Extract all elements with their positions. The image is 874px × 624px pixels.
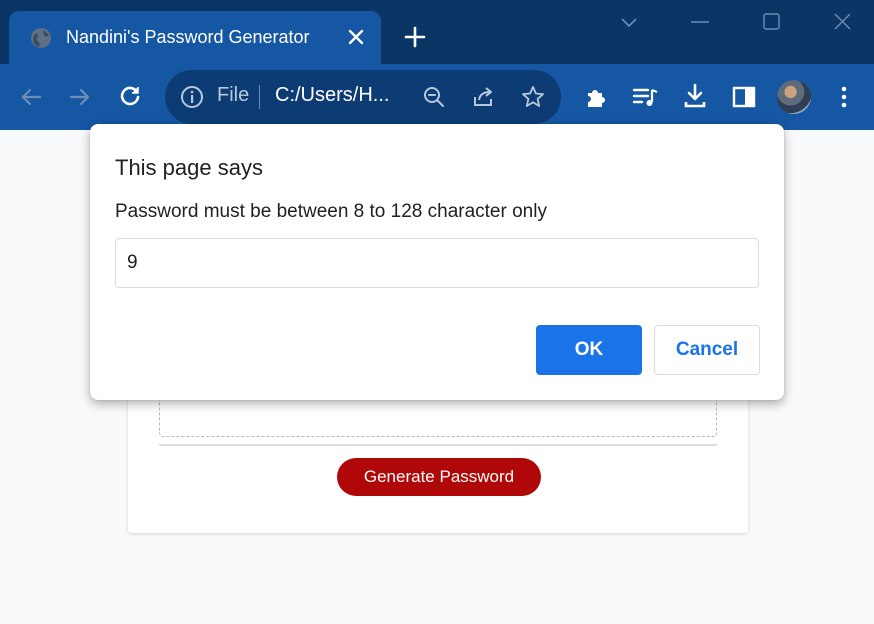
- cancel-button[interactable]: Cancel: [654, 325, 760, 375]
- tab-search-chevron-icon[interactable]: [616, 10, 642, 34]
- tab-title: Nandini's Password Generator: [66, 27, 310, 47]
- browser-toolbar: File C:/Users/H...: [0, 64, 874, 130]
- minimize-icon[interactable]: [687, 10, 713, 34]
- address-divider: [259, 85, 260, 109]
- dialog-input[interactable]: 9: [115, 238, 759, 288]
- more-menu-icon[interactable]: [829, 82, 859, 112]
- card-divider: [159, 444, 717, 446]
- ok-button[interactable]: OK: [536, 325, 642, 375]
- generate-password-button[interactable]: Generate Password: [337, 458, 541, 496]
- url-scheme: File: [217, 84, 250, 106]
- browser-tab[interactable]: Nandini's Password Generator: [9, 11, 381, 64]
- back-icon[interactable]: [16, 82, 46, 112]
- new-tab-plus-icon[interactable]: [402, 24, 428, 50]
- reload-icon[interactable]: [115, 81, 145, 111]
- window-close-icon[interactable]: [829, 10, 855, 34]
- zoom-icon[interactable]: [419, 82, 449, 112]
- dialog-message: Password must be between 8 to 128 charac…: [115, 201, 547, 222]
- profile-avatar[interactable]: [777, 80, 811, 114]
- url-text[interactable]: C:/Users/H...: [275, 84, 389, 107]
- extensions-puzzle-icon[interactable]: [581, 82, 611, 112]
- globe-icon: [31, 28, 51, 48]
- tab-strip: Nandini's Password Generator: [0, 0, 874, 64]
- prompt-dialog: This page says Password must be between …: [90, 124, 784, 400]
- forward-icon[interactable]: [65, 82, 95, 112]
- dialog-title: This page says: [115, 155, 263, 180]
- download-icon[interactable]: [680, 81, 710, 111]
- bookmark-star-icon[interactable]: [518, 82, 548, 112]
- tab-close-icon[interactable]: [344, 25, 368, 49]
- media-queue-icon[interactable]: [630, 82, 660, 112]
- side-panel-icon[interactable]: [729, 82, 759, 112]
- share-icon[interactable]: [469, 82, 499, 112]
- site-info-icon[interactable]: [179, 84, 205, 110]
- generator-card: Generate Password: [128, 380, 748, 533]
- maximize-icon[interactable]: [758, 10, 784, 34]
- address-bar[interactable]: File C:/Users/H...: [165, 70, 561, 124]
